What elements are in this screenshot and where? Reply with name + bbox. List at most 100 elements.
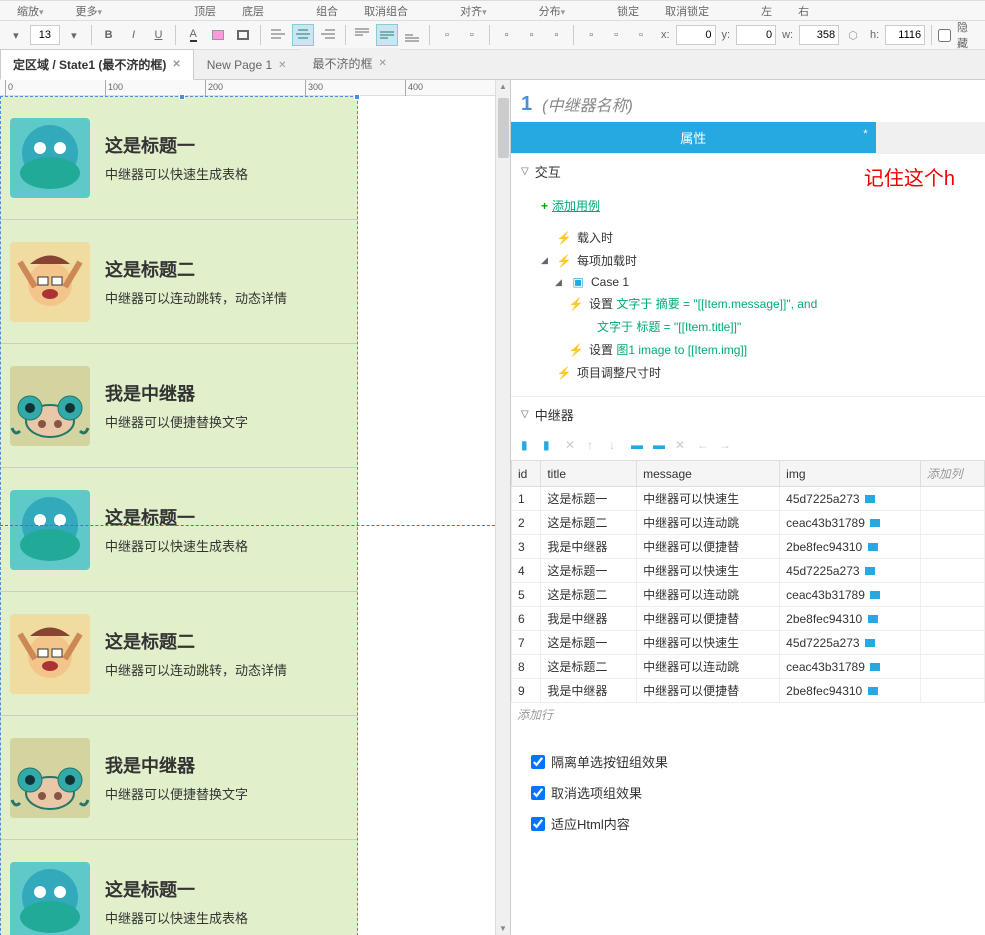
column-header-img[interactable]: img	[780, 461, 921, 487]
align-center-button[interactable]	[292, 24, 314, 46]
text-color-button[interactable]: A	[182, 24, 204, 46]
add-column[interactable]: 添加列	[920, 461, 984, 487]
tab-newpage1[interactable]: New Page 1✕	[194, 51, 300, 79]
delete-col-icon[interactable]: ✕	[565, 438, 581, 454]
underline-button[interactable]: U	[147, 24, 169, 46]
border-color-button[interactable]	[232, 24, 254, 46]
table-row[interactable]: 5这是标题二中继器可以连动跳ceac43b31789	[512, 583, 985, 607]
data-toolbar: ▮ ▮ ✕ ↑ ↓ ▬ ▬ ✕ ← →	[511, 432, 985, 460]
add-case-link[interactable]: + 添加用例	[541, 193, 975, 218]
toolbar-item-distribute[interactable]: 分布▾	[527, 3, 578, 19]
add-col-right-icon[interactable]: ▮	[543, 438, 559, 454]
w-input[interactable]	[799, 25, 839, 45]
tool-g-button[interactable]: ▫	[605, 24, 627, 46]
tool-a-button[interactable]: ▫	[436, 24, 458, 46]
italic-button[interactable]: I	[123, 24, 145, 46]
tab-frame[interactable]: 最不济的框✕	[300, 48, 400, 79]
action-settext[interactable]: ⚡ 设置 文字于 摘要 = "[[Item.message]]", and	[541, 292, 975, 315]
valign-top-button[interactable]	[351, 24, 373, 46]
toolbar-item-right[interactable]: 右	[786, 3, 821, 19]
fill-color-button[interactable]	[207, 24, 229, 46]
move-right-icon[interactable]: →	[719, 438, 735, 454]
column-header-message[interactable]: message	[637, 461, 780, 487]
caret-down-icon: ◢	[555, 277, 565, 288]
tool-h-button[interactable]: ▫	[630, 24, 652, 46]
add-col-left-icon[interactable]: ▮	[521, 438, 537, 454]
event-eachload[interactable]: ◢⚡ 每项加载时	[541, 249, 975, 272]
widget-name[interactable]: (中继器名称)	[542, 92, 633, 116]
add-row-below-icon[interactable]: ▬	[653, 438, 669, 454]
scrollbar-thumb[interactable]	[498, 98, 509, 158]
toolbar-item-lock[interactable]: 锁定	[605, 3, 651, 19]
tool-c-button[interactable]: ▫	[496, 24, 518, 46]
valign-bottom-button[interactable]	[401, 24, 423, 46]
toolbar-item-zoom[interactable]: 缩放▾	[5, 3, 56, 19]
x-input[interactable]	[676, 25, 716, 45]
link-wh-icon[interactable]: ⬡	[842, 24, 864, 46]
section-header-repeater[interactable]: ▽ 中继器	[511, 397, 985, 432]
tool-f-button[interactable]: ▫	[580, 24, 602, 46]
y-label: y:	[722, 29, 731, 41]
valign-middle-button[interactable]	[376, 24, 398, 46]
align-right-button[interactable]	[317, 24, 339, 46]
table-row[interactable]: 9我是中继器中继器可以便捷替2be8fec94310	[512, 679, 985, 703]
table-row[interactable]: 1这是标题一中继器可以快速生45d7225a273	[512, 487, 985, 511]
delete-row-icon[interactable]: ✕	[675, 438, 691, 454]
close-icon[interactable]: ✕	[278, 60, 286, 71]
close-icon[interactable]: ✕	[379, 58, 387, 69]
table-row[interactable]: 2这是标题二中继器可以连动跳ceac43b31789	[512, 511, 985, 535]
add-row-label[interactable]: 添加行	[511, 703, 985, 726]
column-header-title[interactable]: title	[541, 461, 637, 487]
table-row[interactable]: 6我是中继器中继器可以便捷替2be8fec94310	[512, 607, 985, 631]
guide-line	[0, 525, 510, 526]
table-row[interactable]: 4这是标题一中继器可以快速生45d7225a273	[512, 559, 985, 583]
bold-button[interactable]: B	[98, 24, 120, 46]
tool-d-button[interactable]: ▫	[521, 24, 543, 46]
checkbox-fit-row: 适应Html内容	[511, 808, 985, 839]
action-setimage[interactable]: ⚡ 设置 图1 image to [[Item.img]]	[541, 338, 975, 361]
repeater-data-table[interactable]: idtitlemessageimg添加列 1这是标题一中继器可以快速生45d72…	[511, 460, 985, 703]
tab-other[interactable]	[876, 122, 985, 153]
move-down-icon[interactable]: ↓	[609, 438, 625, 454]
align-left-button[interactable]	[267, 24, 289, 46]
toolbar-item-unlock[interactable]: 取消锁定	[653, 3, 721, 19]
tab-properties[interactable]: 属性*	[511, 122, 876, 153]
caret-down-icon: ▽	[521, 409, 529, 420]
hidden-label: 隐藏	[957, 19, 977, 51]
close-icon[interactable]: ✕	[172, 59, 180, 70]
checkbox-isolate[interactable]	[531, 755, 545, 769]
checkbox-fit-html[interactable]	[531, 817, 545, 831]
inspector-tabs: 属性*	[511, 122, 985, 153]
tool-e-button[interactable]: ▫	[545, 24, 567, 46]
bolt-icon: ⚡	[557, 255, 571, 267]
table-row[interactable]: 7这是标题一中继器可以快速生45d7225a273	[512, 631, 985, 655]
event-onload[interactable]: ⚡ 载入时	[541, 226, 975, 249]
move-up-icon[interactable]: ↑	[587, 438, 603, 454]
font-size-input[interactable]	[30, 25, 60, 45]
font-family-dropdown[interactable]: ▾	[5, 24, 27, 46]
table-row[interactable]: 8这是标题二中继器可以连动跳ceac43b31789	[512, 655, 985, 679]
font-size-dropdown[interactable]: ▾	[63, 24, 85, 46]
toolbar-item-more[interactable]: 更多▾	[64, 3, 115, 19]
add-row-above-icon[interactable]: ▬	[631, 438, 647, 454]
toolbar-item-ungroup[interactable]: 取消组合	[352, 3, 420, 19]
move-left-icon[interactable]: ←	[697, 438, 713, 454]
event-resize[interactable]: ⚡ 项目调整尺寸时	[541, 361, 975, 384]
case-node[interactable]: ◢ ▣ Case 1	[541, 272, 975, 292]
toolbar-item-align[interactable]: 对齐▾	[448, 3, 499, 19]
toolbar-item-group[interactable]: 组合	[304, 3, 350, 19]
toolbar-item-back[interactable]: 底层	[230, 3, 276, 19]
ruler-horizontal: 0 100 200 300 400	[0, 80, 510, 96]
tool-b-button[interactable]: ▫	[461, 24, 483, 46]
tab-state1[interactable]: 定区域 / State1 (最不济的框)✕	[0, 49, 194, 80]
hidden-checkbox[interactable]	[938, 29, 951, 42]
column-header-id[interactable]: id	[512, 461, 541, 487]
canvas[interactable]: 0 100 200 300 400 这是标题一中继器可以快速生成表格这是标题二中…	[0, 80, 510, 935]
toolbar-item-left[interactable]: 左	[749, 3, 784, 19]
y-input[interactable]	[736, 25, 776, 45]
scrollbar-vertical[interactable]: ▲ ▼	[495, 80, 510, 935]
h-input[interactable]	[885, 25, 925, 45]
toolbar-item-front[interactable]: 顶层	[182, 3, 228, 19]
checkbox-cancel-selection[interactable]	[531, 786, 545, 800]
table-row[interactable]: 3我是中继器中继器可以便捷替2be8fec94310	[512, 535, 985, 559]
